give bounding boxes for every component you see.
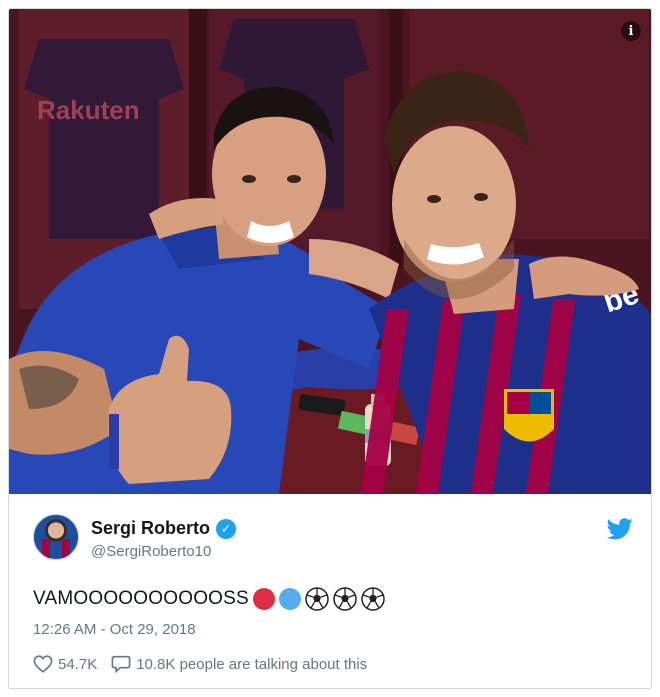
tweet-header: Sergi Roberto ✓ @SergiRoberto10: [33, 514, 633, 562]
user-handle[interactable]: @SergiRoberto10: [91, 543, 211, 560]
red-circle-icon: [252, 588, 275, 610]
twitter-bird-icon[interactable]: [607, 518, 633, 540]
soccer-ball-icon: [305, 587, 329, 611]
display-name[interactable]: Sergi Roberto ✓: [91, 518, 237, 539]
tweet-text: VAMOOOOOOOOOOSS: [33, 587, 385, 611]
conversation-link[interactable]: 10.8K people are talking about this: [111, 655, 367, 673]
tweet-photo[interactable]: Rakuten be i: [9, 9, 651, 494]
tweet-actions: 54.7K 10.8K people are talking about thi…: [33, 655, 367, 673]
display-name-text: Sergi Roberto: [91, 518, 211, 538]
tweet-text-content: VAMOOOOOOOOOOSS: [33, 588, 249, 609]
speech-bubble-icon: [111, 655, 131, 673]
tweet-timestamp[interactable]: 12:26 AM - Oct 29, 2018: [33, 621, 196, 638]
like-button[interactable]: 54.7K: [33, 655, 97, 673]
like-count: 54.7K: [58, 655, 98, 673]
avatar[interactable]: [33, 514, 79, 560]
heart-icon: [33, 655, 53, 673]
selfie-image: Rakuten be: [9, 9, 651, 494]
soccer-ball-icon: [361, 587, 385, 611]
tweet-body: Sergi Roberto ✓ @SergiRoberto10 VAMOOOOO…: [9, 494, 651, 688]
embedded-tweet-card: Rakuten be i Sergi Roberto ✓ @SergiRober…: [8, 8, 652, 689]
blue-circle-icon: [278, 588, 301, 610]
wall-shirt-text: Rakuten: [37, 95, 140, 125]
conversation-text: 10.8K people are talking about this: [136, 655, 368, 673]
info-icon[interactable]: i: [621, 21, 641, 41]
soccer-ball-icon: [333, 587, 357, 611]
verified-badge-icon: ✓: [216, 518, 237, 539]
